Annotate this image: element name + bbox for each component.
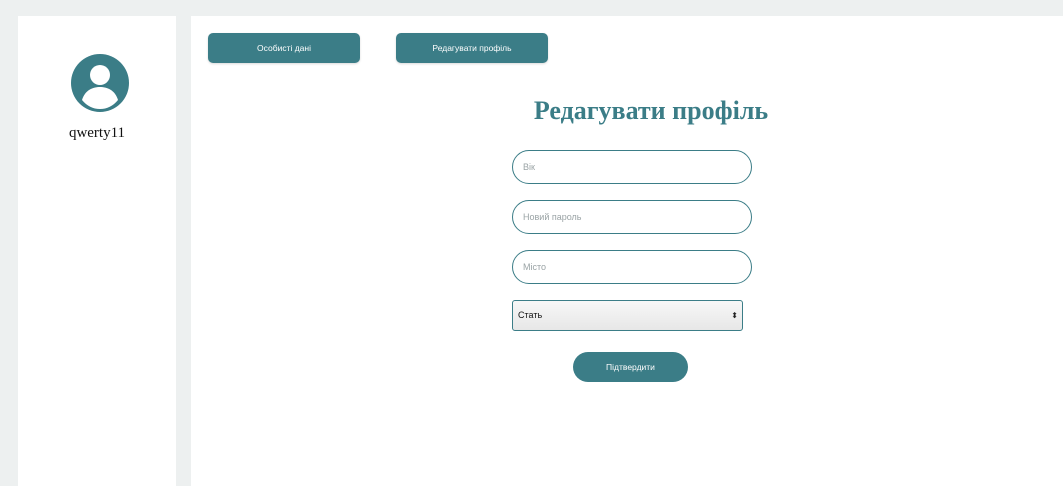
select-arrows-icon: ⬍ (731, 311, 738, 320)
user-avatar-icon (71, 54, 129, 112)
username-label: qwerty11 (68, 125, 126, 141)
gender-select[interactable]: Стать ⬍ (512, 300, 743, 331)
age-input[interactable] (512, 150, 752, 184)
page-title: Редагувати профіль (533, 96, 769, 125)
submit-button[interactable]: Підтвердити (573, 352, 688, 382)
new-password-input[interactable] (512, 200, 752, 234)
profile-sidebar: qwerty11 (18, 16, 176, 486)
city-input[interactable] (512, 250, 752, 284)
main-panel: Особисті дані Редагувати профіль Редагув… (191, 16, 1063, 486)
edit-profile-button[interactable]: Редагувати профіль (396, 33, 548, 63)
personal-data-button[interactable]: Особисті дані (208, 33, 360, 63)
gender-select-value: Стать (518, 310, 543, 320)
